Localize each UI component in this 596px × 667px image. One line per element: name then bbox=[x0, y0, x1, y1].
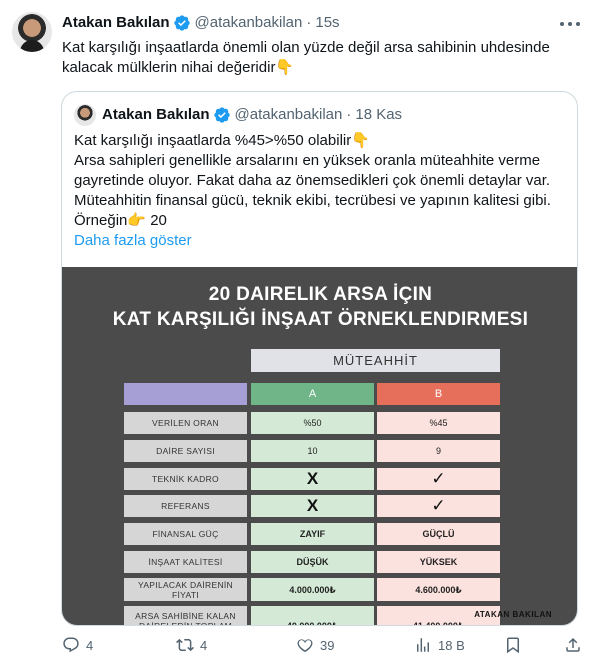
separator-dot: · bbox=[306, 14, 312, 31]
row-value-a-daire-sayisi: 10 bbox=[251, 440, 374, 462]
row-value-b-teknik-kadro: ✓ bbox=[377, 468, 500, 490]
infographic-title-line1: 20 DAIRELIK ARSA İÇIN bbox=[208, 284, 433, 305]
verified-badge-icon bbox=[173, 15, 190, 31]
row-label-toplam-bedel: ARSA SAHİBİNE KALAN DAİRELERİN TOPLAM BE… bbox=[124, 606, 247, 625]
quote-text-line1: Kat karşılığı inşaatlarda %45>%50 olabil… bbox=[74, 132, 370, 149]
quote-text-body: Arsa sahipleri genellikle arsalarını en … bbox=[74, 152, 551, 229]
share-button[interactable] bbox=[564, 636, 588, 654]
tweet-text: Kat karşılığı inşaatlarda önemli olan yü… bbox=[62, 39, 550, 76]
tweet[interactable]: Atakan Bakılan @atakanbakilan · 15s Kat … bbox=[0, 0, 596, 667]
like-count: 39 bbox=[320, 637, 335, 653]
more-options-icon[interactable] bbox=[560, 14, 580, 34]
row-value-a-finansal-guc: ZAYIF bbox=[251, 523, 374, 545]
quote-avatar[interactable] bbox=[74, 104, 96, 126]
separator-dot: · bbox=[346, 106, 352, 123]
quote-author-handle: @atakanbakilan bbox=[234, 106, 343, 123]
row-value-b-finansal-guc: GÜÇLÜ bbox=[377, 523, 500, 545]
column-a-header: A bbox=[251, 383, 374, 405]
author-handle[interactable]: @atakanbakilan bbox=[195, 13, 303, 33]
retweet-button[interactable]: 4 bbox=[176, 636, 207, 654]
contractor-header: MÜTEAHHİT bbox=[251, 349, 500, 372]
row-value-a-verilen-oran: %50 bbox=[251, 412, 374, 434]
avatar[interactable] bbox=[12, 12, 52, 52]
bookmark-icon bbox=[507, 637, 519, 654]
row-label-daire-sayisi: DAİRE SAYISI bbox=[124, 440, 247, 462]
row-value-b-insaat-kalitesi: YÜKSEK bbox=[377, 551, 500, 573]
quote-timestamp: 18 Kas bbox=[355, 106, 403, 123]
row-label-insaat-kalitesi: İNŞAAT KALİTESİ bbox=[124, 551, 247, 573]
tweet-actions: 4 4 39 18 B bbox=[62, 636, 582, 656]
row-value-b-referans: ✓ bbox=[377, 495, 500, 517]
retweet-icon bbox=[176, 638, 194, 652]
retweet-count: 4 bbox=[200, 637, 208, 653]
show-more-link[interactable]: Daha fazla göster bbox=[74, 231, 569, 251]
views-button[interactable]: 18 B bbox=[414, 636, 465, 654]
bookmark-button[interactable] bbox=[504, 636, 528, 654]
row-value-a-referans: X bbox=[251, 495, 374, 517]
quoted-tweet[interactable]: Atakan Bakılan @atakanbakilan · 18 Kas K… bbox=[61, 91, 578, 626]
view-count: 18 B bbox=[438, 637, 465, 653]
row-value-a-toplam-bedel: 40.000.000₺ bbox=[251, 606, 374, 625]
row-label-referans: REFERANS bbox=[124, 495, 247, 517]
like-button[interactable]: 39 bbox=[296, 636, 334, 654]
row-value-a-teknik-kadro: X bbox=[251, 468, 374, 490]
row-label-teknik-kadro: TEKNİK KADRO bbox=[124, 468, 247, 490]
analytics-icon bbox=[417, 638, 429, 652]
row-value-b-daire-fiyati: 4.600.000₺ bbox=[377, 578, 500, 601]
reply-icon bbox=[63, 637, 79, 653]
label-column-header bbox=[124, 383, 247, 405]
infographic-title-line2: KAT KARŞILIĞI İNŞAAT ÖRNEKLENDIRMESI bbox=[112, 309, 529, 330]
timestamp[interactable]: 15s bbox=[315, 13, 339, 33]
quote-header: Atakan Bakılan @atakanbakilan · 18 Kas bbox=[102, 105, 402, 125]
row-value-a-insaat-kalitesi: DÜŞÜK bbox=[251, 551, 374, 573]
row-value-a-daire-fiyati: 4.000.000₺ bbox=[251, 578, 374, 601]
quote-text: Kat karşılığı inşaatlarda %45>%50 olabil… bbox=[74, 131, 569, 251]
row-label-daire-fiyati: YAPILACAK DAİRENİN FİYATI bbox=[124, 578, 247, 601]
reply-button[interactable]: 4 bbox=[62, 636, 93, 654]
row-value-b-verilen-oran: %45 bbox=[377, 412, 500, 434]
row-value-b-daire-sayisi: 9 bbox=[377, 440, 500, 462]
row-label-finansal-guc: FİNANSAL GÜÇ bbox=[124, 523, 247, 545]
reply-count: 4 bbox=[86, 637, 94, 653]
share-icon bbox=[566, 637, 580, 652]
author-name[interactable]: Atakan Bakılan bbox=[62, 13, 170, 33]
column-b-header: B bbox=[377, 383, 500, 405]
infographic-signature: ATAKAN BAKILAN bbox=[474, 610, 552, 619]
heart-icon bbox=[297, 639, 313, 653]
row-label-verilen-oran: VERİLEN ORAN bbox=[124, 412, 247, 434]
infographic-image[interactable]: 20 DAIRELIK ARSA İÇIN KAT KARŞILIĞI İNŞA… bbox=[62, 267, 577, 625]
quote-author-name: Atakan Bakılan bbox=[102, 106, 210, 123]
tweet-header: Atakan Bakılan @atakanbakilan · 15s bbox=[62, 13, 340, 33]
verified-badge-icon bbox=[213, 107, 230, 123]
